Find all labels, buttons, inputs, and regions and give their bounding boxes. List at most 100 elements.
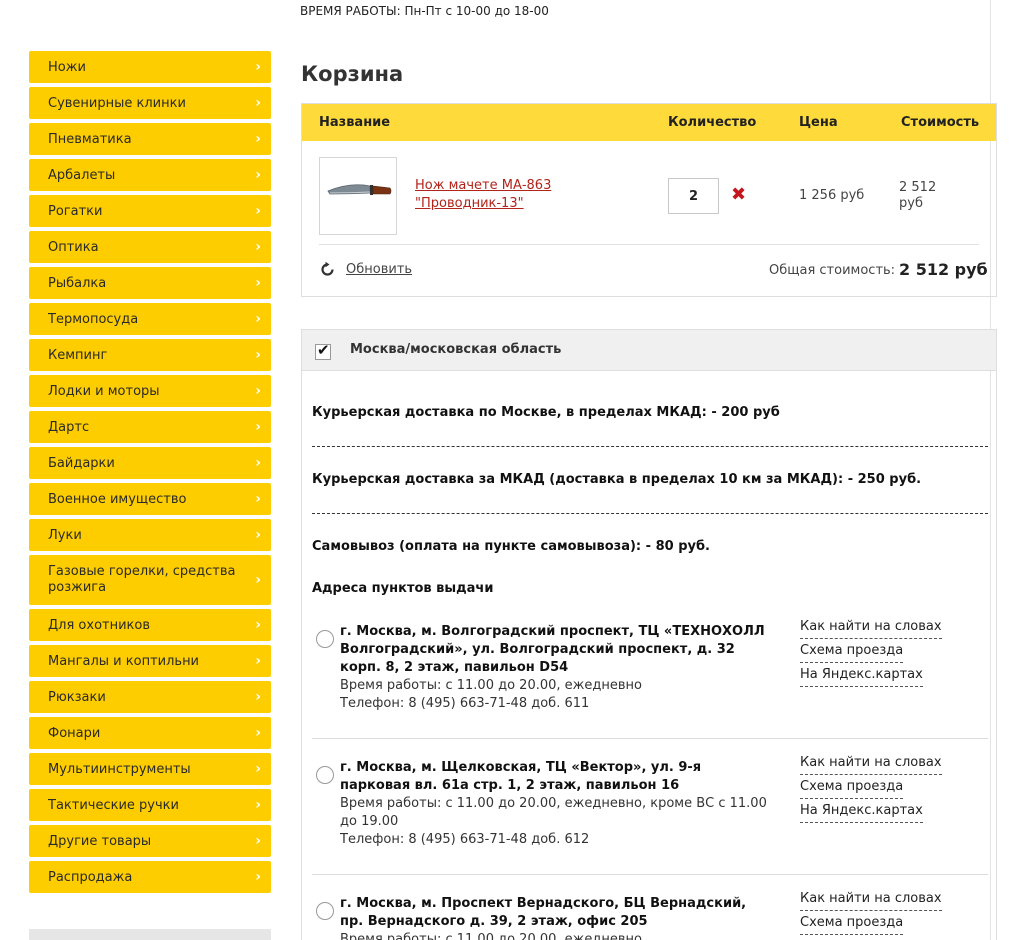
sidebar-item-label: Другие товары [48,833,152,849]
refresh-button[interactable]: Обновить [319,261,412,278]
sidebar-item-fishing[interactable]: Рыбалка › [29,267,271,299]
category-sidebar: Ножи › Сувенирные клинки › Пневматика › Арб… [29,51,271,897]
quantity-input[interactable] [668,178,719,214]
sidebar-item-darts[interactable]: Дартс › [29,411,271,443]
item-cost: 2 512 руб [899,180,937,211]
sidebar-item-label: Ножи [48,59,86,75]
item-price: 1 256 руб [799,188,865,203]
sidebar-item-label: Рогатки [48,203,103,219]
sidebar-bottom-panel [29,929,271,940]
chevron-right-icon: › [255,383,261,399]
region-checkbox[interactable]: ✔ [315,341,331,360]
sidebar-item-label: Распродажа [48,869,133,885]
sidebar-item-crossbows[interactable]: Арбалеты › [29,159,271,191]
sidebar-item-grills[interactable]: Мангалы и коптильни › [29,645,271,677]
delivery-option-courier-mkad: Курьерская доставка по Москве, в предела… [312,405,780,420]
address-hours: Время работы: с 11.00 до 20.00, ежедневн… [340,796,767,829]
sidebar-item-hunters[interactable]: Для охотников › [29,609,271,641]
address-links: Как найти на словах Схема проезда На Янд… [800,887,942,940]
sidebar-item-knives[interactable]: Ножи › [29,51,271,83]
directions-text-link[interactable]: Как найти на словах [800,887,942,911]
chevron-right-icon: › [255,59,261,75]
directions-text-link[interactable]: Как найти на словах [800,615,942,639]
sidebar-item-bows[interactable]: Луки › [29,519,271,551]
refresh-label: Обновить [346,262,413,277]
column-header-name: Название [319,115,391,130]
page-title: Корзина [301,62,404,86]
chevron-right-icon: › [255,761,261,777]
sidebar-item-tactical-pens[interactable]: Тактические ручки › [29,789,271,821]
sidebar-item-souvenir-blades[interactable]: Сувенирные клинки › [29,87,271,119]
sidebar-item-backpacks[interactable]: Рюкзаки › [29,681,271,713]
sidebar-item-label: Тактические ручки [48,797,179,813]
chevron-right-icon: › [255,527,261,543]
sidebar-item-flashlights[interactable]: Фонари › [29,717,271,749]
pickup-radio[interactable] [316,630,334,648]
chevron-right-icon: › [255,311,261,327]
chevron-right-icon: › [255,95,261,111]
address-phone: Телефон: 8 (495) 663-71-48 доб. 611 [340,696,590,711]
sidebar-item-thermoware[interactable]: Термопосуда › [29,303,271,335]
sidebar-item-label: Луки [48,527,82,543]
cart-table: Название Количество Цена Стоимость Нож м… [301,103,997,297]
sidebar-item-multitools[interactable]: Мультиинструменты › [29,753,271,785]
sidebar-item-label: Фонари [48,725,101,741]
chevron-right-icon: › [255,455,261,471]
cart-header-row: Название Количество Цена Стоимость [302,104,996,141]
sidebar-item-label: Мультиинструменты [48,761,191,777]
yandex-map-link[interactable]: На Яндекс.картах [800,935,923,940]
directions-text-link[interactable]: Как найти на словах [800,751,942,775]
sidebar-item-label: Рюкзаки [48,689,106,705]
region-label: Москва/московская область [350,342,562,357]
yandex-map-link[interactable]: На Яндекс.картах [800,799,923,823]
chevron-right-icon: › [255,167,261,183]
sidebar-item-camping[interactable]: Кемпинг › [29,339,271,371]
chevron-right-icon: › [255,617,261,633]
route-scheme-link[interactable]: Схема проезда [800,911,904,935]
column-header-cost: Стоимость [901,115,980,130]
route-scheme-link[interactable]: Схема проезда [800,775,904,799]
chevron-right-icon: › [255,275,261,291]
address-phone: Телефон: 8 (495) 663-71-48 доб. 612 [340,832,590,847]
delivery-option-courier-outside: Курьерская доставка за МКАД (доставка в … [312,472,922,487]
chevron-right-icon: › [255,419,261,435]
sidebar-item-kayaks[interactable]: Байдарки › [29,447,271,479]
sidebar-item-optics[interactable]: Оптика › [29,231,271,263]
chevron-right-icon: › [255,833,261,849]
route-scheme-link[interactable]: Схема проезда [800,639,904,663]
chevron-right-icon: › [255,203,261,219]
delivery-option-pickup: Самовывоз (оплата на пункте самовывоза):… [312,539,710,554]
chevron-right-icon: › [255,797,261,813]
region-header[interactable]: ✔ Москва/московская область [302,330,996,371]
sidebar-item-boats[interactable]: Лодки и моторы › [29,375,271,407]
total-label: Общая стоимость: [769,263,896,278]
address-links: Как найти на словах Схема проезда На Янд… [800,751,942,823]
pickup-radio[interactable] [316,766,334,784]
chevron-right-icon: › [255,131,261,147]
sidebar-item-label: Дартс [48,419,90,435]
yandex-map-link[interactable]: На Яндекс.картах [800,663,923,687]
address-links: Как найти на словах Схема проезда На Янд… [800,615,942,687]
dashed-divider [312,446,988,447]
chevron-right-icon: › [255,725,261,741]
sidebar-item-other[interactable]: Другие товары › [29,825,271,857]
sidebar-item-label: Мангалы и коптильни [48,653,200,669]
product-link[interactable]: Нож мачете МА-863 "Проводник-13" [415,177,565,213]
total-value: 2 512 руб [899,260,988,279]
address-title: г. Москва, м. Щелковская, ТЦ «Вектор», у… [340,760,702,793]
column-header-qty: Количество [668,115,757,130]
chevron-right-icon: › [255,347,261,363]
sidebar-item-label: Для охотников [48,617,151,633]
sidebar-item-label: Кемпинг [48,347,108,363]
sidebar-item-label: Байдарки [48,455,115,471]
sidebar-item-label: Сувенирные клинки [48,95,186,111]
sidebar-item-slingshots[interactable]: Рогатки › [29,195,271,227]
sidebar-item-military[interactable]: Военное имущество › [29,483,271,515]
sidebar-item-sale[interactable]: Распродажа › [29,861,271,893]
product-thumbnail[interactable] [319,157,397,235]
sidebar-item-air-guns[interactable]: Пневматика › [29,123,271,155]
chevron-right-icon: › [255,653,261,669]
pickup-radio[interactable] [316,902,334,920]
delete-icon[interactable]: ✖ [731,185,746,205]
sidebar-item-gas-burners[interactable]: Газовые горелки, средства розжига › [29,555,271,605]
